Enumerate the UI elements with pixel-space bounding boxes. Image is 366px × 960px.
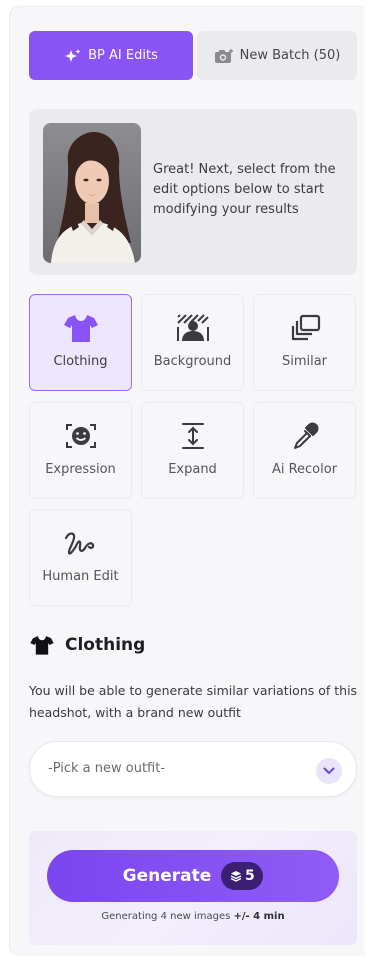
section-title: Clothing bbox=[29, 634, 145, 656]
info-card: Great! Next, select from the edit option… bbox=[29, 109, 357, 275]
expand-icon bbox=[173, 419, 213, 453]
tab-new-batch[interactable]: New Batch (50) bbox=[197, 31, 357, 80]
camera-icon bbox=[214, 48, 234, 64]
generate-button[interactable]: Generate 5 bbox=[47, 850, 339, 902]
section-title-text: Clothing bbox=[65, 635, 146, 655]
headshot-thumbnail bbox=[43, 123, 141, 263]
chevron-down-icon[interactable] bbox=[316, 758, 342, 784]
credit-count: 5 bbox=[244, 868, 255, 884]
generate-note-time: +/- 4 min bbox=[233, 911, 285, 922]
background-icon bbox=[173, 311, 213, 345]
option-ai-recolor[interactable]: Ai Recolor bbox=[253, 402, 356, 499]
expression-icon bbox=[61, 419, 101, 453]
option-expand-label: Expand bbox=[168, 462, 217, 477]
option-human-edit-label: Human Edit bbox=[42, 569, 119, 584]
generate-footer: Generate 5 Generating 4 new images +/- 4… bbox=[29, 831, 357, 945]
option-expand[interactable]: Expand bbox=[141, 402, 244, 499]
generate-note: Generating 4 new images +/- 4 min bbox=[29, 911, 357, 922]
signature-icon bbox=[61, 526, 101, 560]
option-background-label: Background bbox=[153, 354, 232, 369]
section-description: You will be able to generate similar var… bbox=[29, 683, 358, 720]
option-expression[interactable]: Expression bbox=[29, 402, 132, 499]
stack-icon bbox=[230, 870, 242, 882]
option-expression-label: Expression bbox=[45, 462, 116, 477]
tab-bp-ai-edits[interactable]: BP AI Edits bbox=[29, 31, 193, 80]
edit-panel: BP AI Edits New Batch (50) Great! Next, … bbox=[9, 6, 365, 956]
outfit-select-value: -Pick a new outfit- bbox=[48, 761, 166, 776]
info-message: Great! Next, select from the edit option… bbox=[153, 162, 336, 217]
tab-bp-ai-edits-label: BP AI Edits bbox=[88, 48, 158, 63]
eyedropper-icon bbox=[285, 419, 325, 453]
sparkle-icon bbox=[64, 48, 82, 64]
option-human-edit[interactable]: Human Edit bbox=[29, 509, 132, 606]
generate-button-label: Generate bbox=[122, 866, 212, 886]
credit-badge: 5 bbox=[221, 862, 264, 890]
option-ai-recolor-label: Ai Recolor bbox=[271, 462, 338, 477]
option-clothing-label: Clothing bbox=[53, 354, 108, 369]
option-background[interactable]: Background bbox=[141, 294, 244, 391]
outfit-select[interactable]: -Pick a new outfit- bbox=[29, 741, 357, 797]
generate-note-prefix: Generating 4 new images bbox=[101, 911, 234, 922]
tshirt-icon bbox=[29, 634, 55, 656]
shirt-icon bbox=[61, 311, 101, 345]
option-similar-label: Similar bbox=[281, 354, 328, 369]
similar-icon bbox=[285, 311, 325, 345]
option-similar[interactable]: Similar bbox=[253, 294, 356, 391]
tab-new-batch-label: New Batch (50) bbox=[239, 48, 341, 63]
option-clothing[interactable]: Clothing bbox=[29, 294, 132, 391]
